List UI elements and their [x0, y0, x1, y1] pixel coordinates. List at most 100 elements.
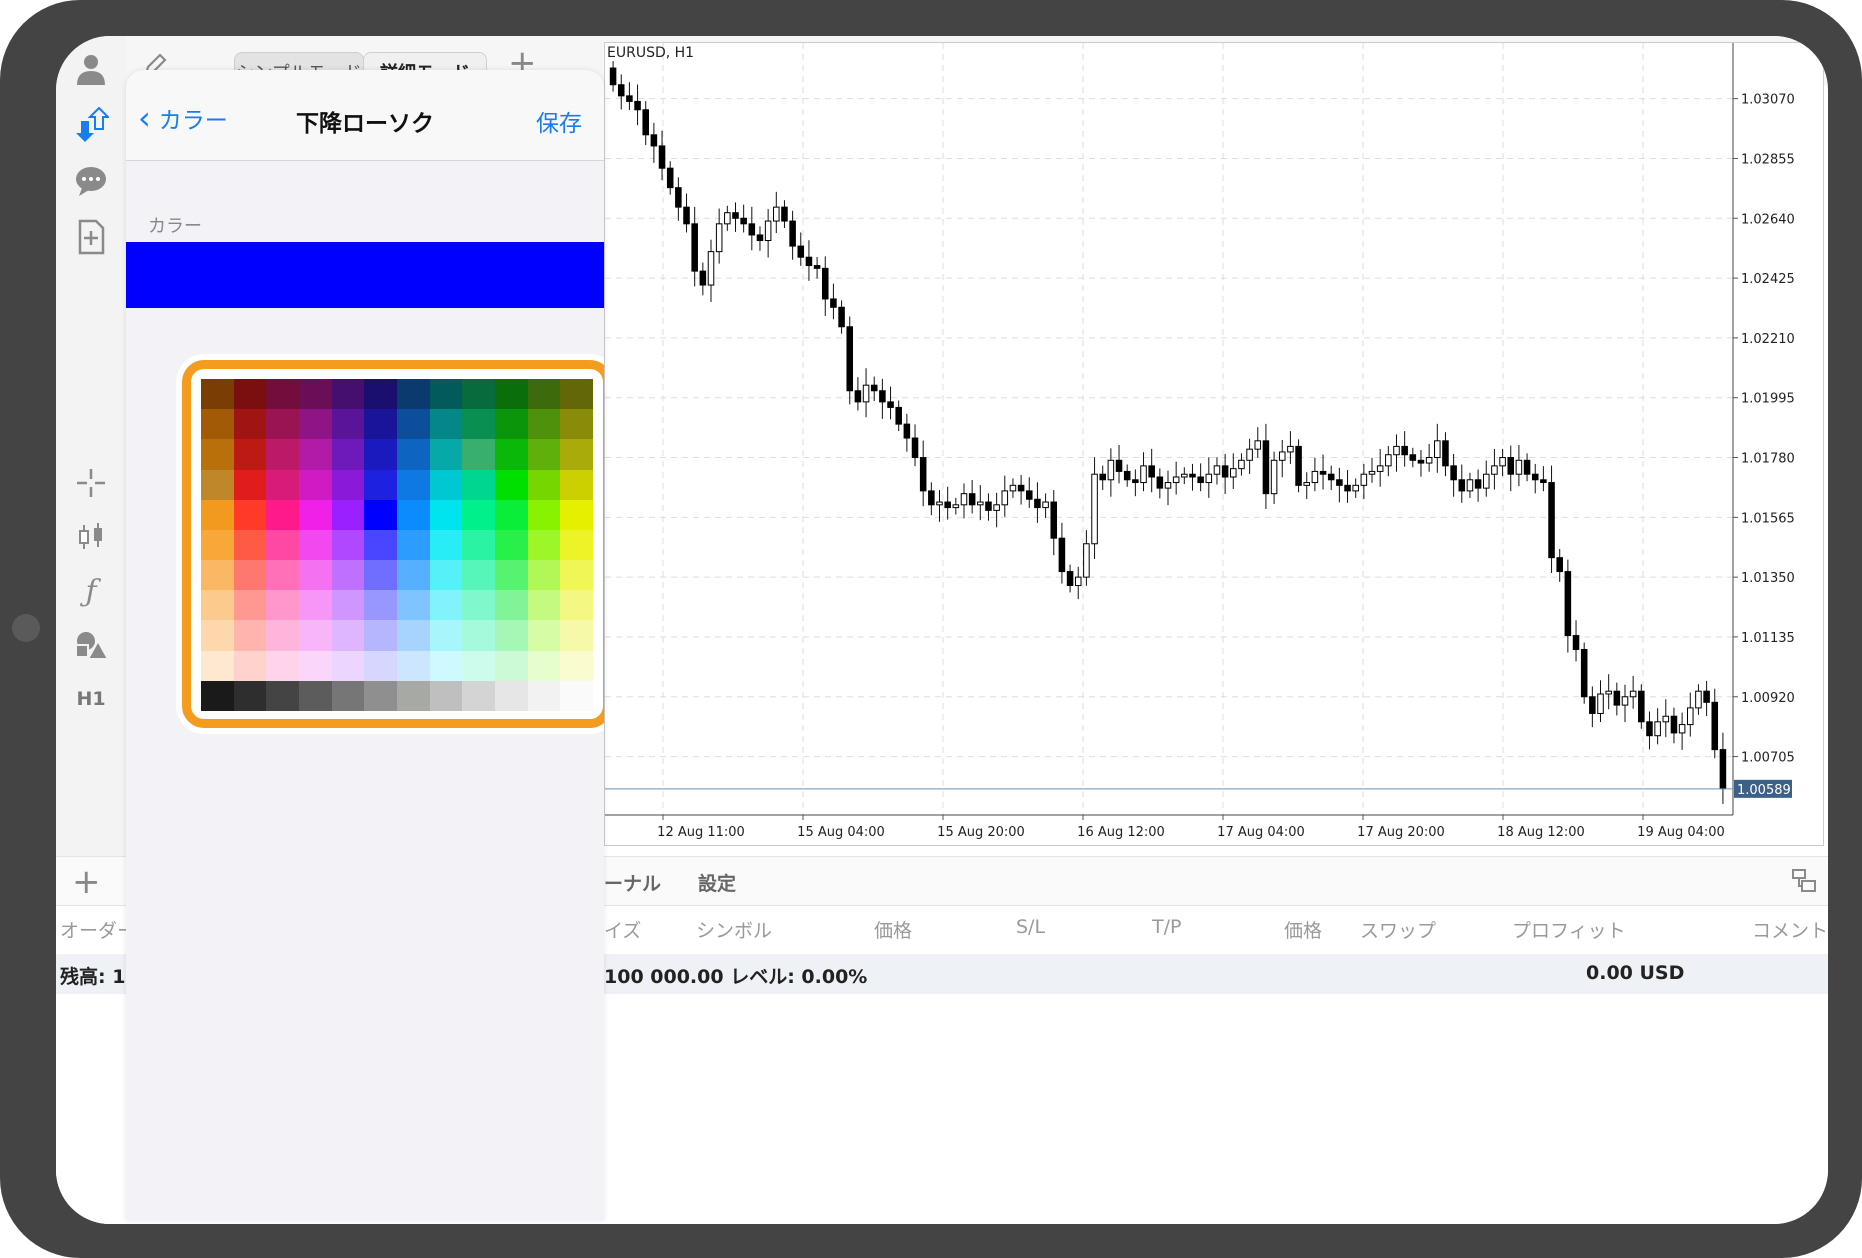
color-swatch[interactable] [201, 499, 234, 530]
color-swatch[interactable] [364, 529, 397, 561]
color-swatch[interactable] [266, 650, 299, 681]
color-swatch[interactable] [495, 560, 528, 591]
color-swatch[interactable] [495, 469, 528, 500]
color-swatch[interactable] [299, 499, 332, 530]
tab-settings[interactable]: 設定 [698, 869, 736, 896]
color-swatch[interactable] [299, 469, 332, 500]
color-swatch[interactable] [233, 590, 267, 621]
color-swatch[interactable] [364, 620, 397, 651]
color-swatch[interactable] [560, 439, 593, 470]
color-swatch[interactable] [462, 650, 495, 681]
color-swatch[interactable] [201, 469, 234, 500]
color-swatch[interactable] [495, 499, 528, 530]
color-swatch[interactable] [397, 499, 430, 530]
color-swatch[interactable] [299, 439, 332, 470]
color-swatch[interactable] [560, 620, 593, 651]
color-swatch[interactable] [201, 560, 234, 591]
color-swatch[interactable] [201, 379, 234, 410]
color-swatch[interactable] [560, 650, 593, 681]
color-swatch[interactable] [233, 439, 267, 470]
candlestick-chart-icon[interactable] [64, 510, 118, 564]
color-swatch[interactable] [397, 529, 430, 561]
crosshair-icon[interactable] [64, 456, 118, 510]
color-swatch[interactable] [495, 409, 528, 440]
color-swatch[interactable] [266, 590, 299, 621]
color-swatch[interactable] [299, 680, 332, 711]
color-swatch[interactable] [429, 560, 463, 591]
chart-area[interactable]: EURUSD, H1 1.03070 1.02855 1.02640 1.02425 1… [604, 42, 1824, 846]
color-swatch[interactable] [429, 379, 463, 410]
color-swatch[interactable] [397, 409, 430, 440]
color-swatch[interactable] [527, 469, 561, 500]
color-swatch[interactable] [331, 439, 365, 470]
color-swatch[interactable] [201, 650, 234, 681]
color-swatch[interactable] [462, 590, 495, 621]
color-swatch[interactable] [462, 560, 495, 591]
color-swatch[interactable] [364, 560, 397, 591]
color-swatch[interactable] [331, 590, 365, 621]
layout-toggle-icon[interactable] [1790, 867, 1818, 895]
color-swatch[interactable] [201, 529, 234, 561]
color-swatch[interactable] [331, 680, 365, 711]
color-swatch[interactable] [397, 439, 430, 470]
color-swatch[interactable] [364, 439, 397, 470]
color-swatch[interactable] [201, 680, 234, 711]
chat-icon[interactable] [64, 154, 118, 208]
color-swatch[interactable] [429, 439, 463, 470]
color-swatch[interactable] [560, 409, 593, 440]
color-swatch[interactable] [331, 499, 365, 530]
color-swatch[interactable] [495, 529, 528, 561]
color-swatch[interactable] [266, 439, 299, 470]
color-swatch[interactable] [364, 590, 397, 621]
color-swatch[interactable] [331, 529, 365, 561]
color-swatch[interactable] [266, 680, 299, 711]
color-swatch[interactable] [331, 379, 365, 410]
color-swatch[interactable] [397, 590, 430, 621]
new-document-icon[interactable] [64, 210, 118, 264]
color-swatch[interactable] [233, 529, 267, 561]
color-swatch[interactable] [364, 469, 397, 500]
color-swatch[interactable] [364, 409, 397, 440]
color-swatch[interactable] [266, 529, 299, 561]
color-swatch[interactable] [462, 439, 495, 470]
color-swatch[interactable] [201, 620, 234, 651]
color-swatch[interactable] [462, 680, 495, 711]
color-swatch[interactable] [299, 590, 332, 621]
color-swatch[interactable] [495, 590, 528, 621]
timeframe-button[interactable]: H1 [64, 672, 118, 726]
color-swatch[interactable] [527, 409, 561, 440]
color-swatch[interactable] [201, 409, 234, 440]
color-swatch[interactable] [364, 499, 397, 530]
color-swatch[interactable] [527, 680, 561, 711]
color-swatch[interactable] [429, 680, 463, 711]
color-swatch[interactable] [527, 439, 561, 470]
color-swatch[interactable] [233, 650, 267, 681]
color-swatch[interactable] [429, 409, 463, 440]
color-swatch[interactable] [527, 650, 561, 681]
color-swatch[interactable] [462, 379, 495, 410]
color-swatch[interactable] [233, 469, 267, 500]
color-swatch[interactable] [397, 379, 430, 410]
color-swatch[interactable] [560, 499, 593, 530]
color-swatch[interactable] [397, 620, 430, 651]
color-swatch[interactable] [233, 499, 267, 530]
color-swatch[interactable] [331, 469, 365, 500]
color-swatch[interactable] [462, 620, 495, 651]
color-swatch[interactable] [495, 680, 528, 711]
color-swatch[interactable] [495, 379, 528, 410]
color-swatch[interactable] [429, 499, 463, 530]
save-button[interactable]: 保存 [536, 104, 582, 138]
color-swatch[interactable] [429, 469, 463, 500]
color-swatch[interactable] [462, 529, 495, 561]
color-swatch[interactable] [527, 529, 561, 561]
color-swatch[interactable] [233, 680, 267, 711]
color-swatch[interactable] [397, 650, 430, 681]
add-icon[interactable]: + [72, 865, 102, 899]
color-swatch[interactable] [299, 620, 332, 651]
color-swatch[interactable] [429, 620, 463, 651]
color-swatch[interactable] [397, 680, 430, 711]
color-swatch[interactable] [462, 499, 495, 530]
objects-icon[interactable] [64, 618, 118, 672]
color-swatch[interactable] [201, 439, 234, 470]
account-icon[interactable] [64, 42, 118, 96]
